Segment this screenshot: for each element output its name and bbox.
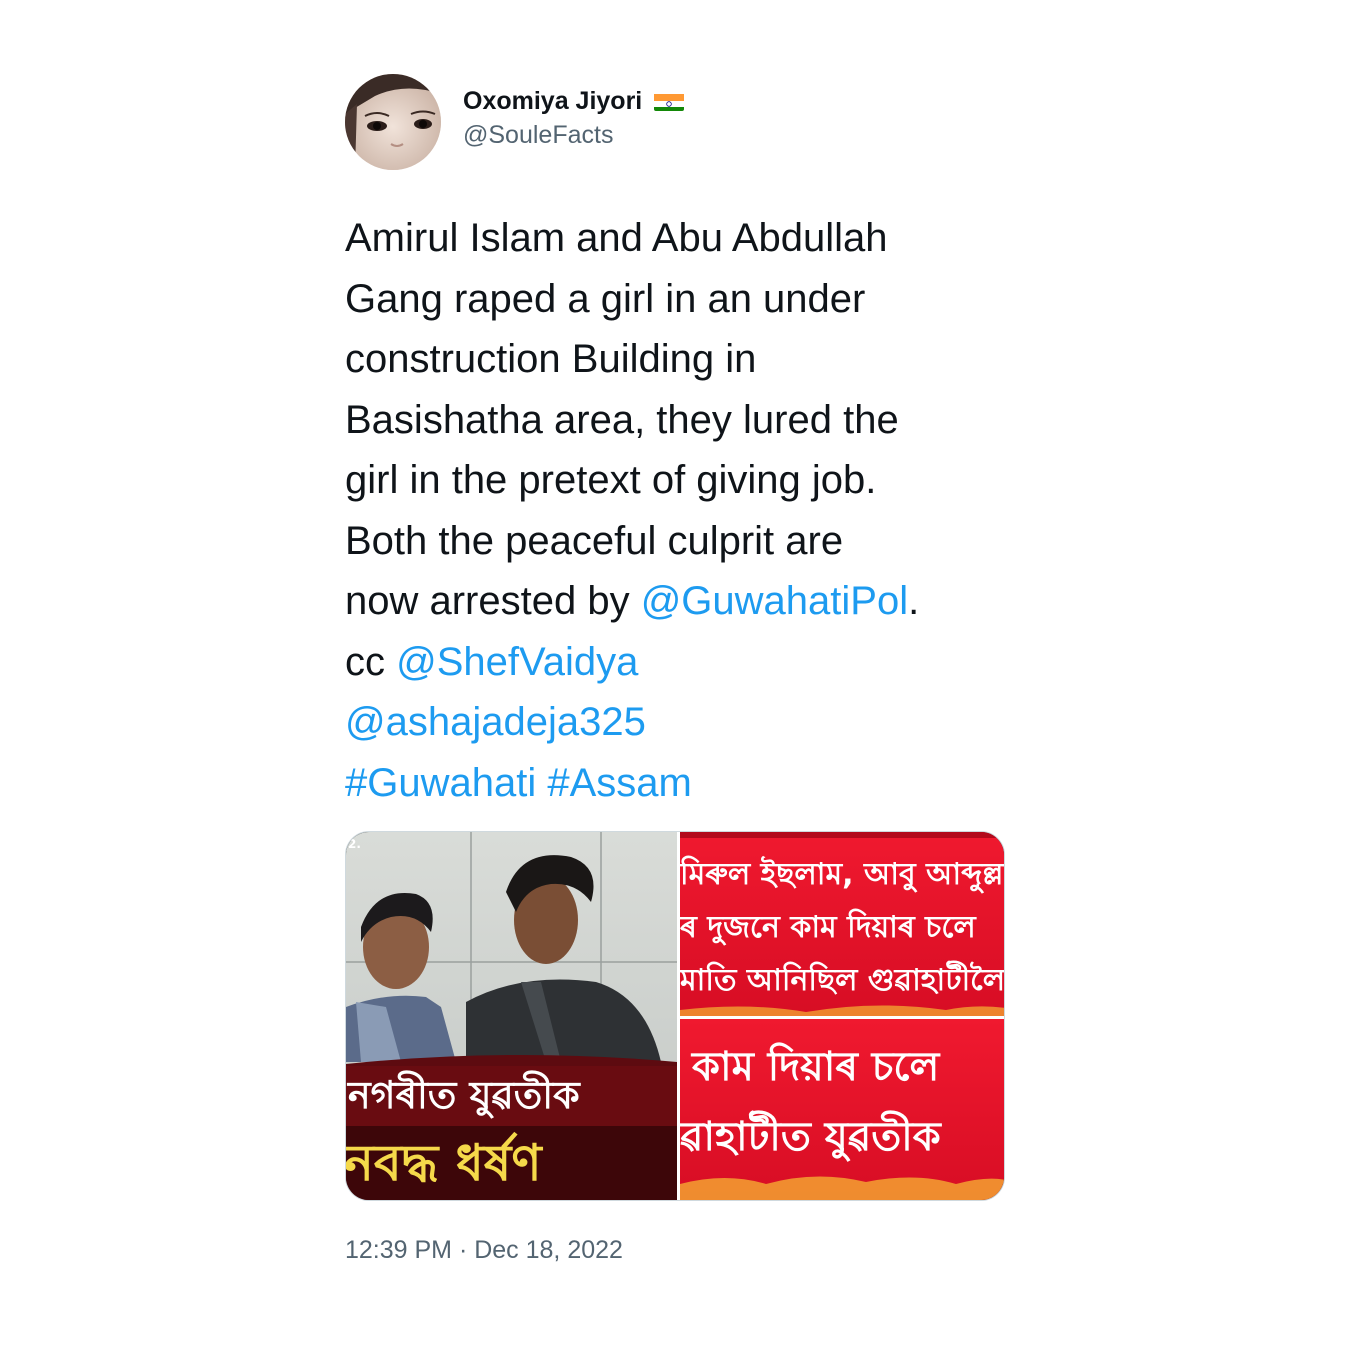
author-name-row[interactable]: Oxomiya Jiyori: [463, 86, 685, 116]
tweet: Oxomiya Jiyori @SouleFacts Amirul Islam …: [345, 74, 1005, 1264]
media-right-bottom-line1: কাম দিয়াৰ চলে: [690, 1042, 940, 1090]
tweet-header: Oxomiya Jiyori @SouleFacts: [345, 74, 1005, 170]
media-corner-mark: 2.: [348, 837, 361, 851]
tweet-text-line-hashtags: #Guwahati #Assam: [345, 753, 1015, 814]
media-left-caption-line2: নবদ্ধ ধৰ্ষণ: [346, 1131, 543, 1192]
media-left-photo: 2. নগৰীত যুৱতীক নবদ্ধ ধৰ্ষণ: [346, 832, 677, 1200]
mention-guwahatipol-link[interactable]: @GuwahatiPol: [641, 579, 908, 623]
author-names: Oxomiya Jiyori @SouleFacts: [463, 86, 685, 152]
media-right-top-line1: মিৰুল ইছলাম, আবু আব্দুল্লা: [679, 855, 1005, 894]
media-right-bottom-line2: ৱাহাটীত যুৱতীক: [678, 1110, 943, 1161]
text-prefix: now arrested by: [345, 579, 641, 623]
author-name[interactable]: Oxomiya Jiyori: [463, 86, 642, 116]
hashtag-guwahati-link[interactable]: #Guwahati: [345, 761, 536, 805]
author-handle[interactable]: @SouleFacts: [463, 118, 684, 152]
hashtag-assam-link[interactable]: #Assam: [547, 761, 692, 805]
tweet-text-line-mention: now arrested by @GuwahatiPol.: [345, 571, 1015, 632]
tweet-text-line: Both the peaceful culprit are: [345, 518, 844, 563]
tweet-text-line: Basishatha area, they lured the: [345, 397, 899, 442]
tweet-timestamp[interactable]: 12:39 PM · Dec 18, 2022: [345, 1234, 623, 1266]
media-right-top-line3: মাতি আনিছিল গুৱাহাটীলৈ: [679, 960, 1005, 998]
text-suffix: .: [908, 579, 920, 623]
tweet-text-line: Amirul Islam and Abu Abdullah: [345, 216, 888, 260]
mention-shefvaidya-link[interactable]: @ShefVaidya: [396, 640, 638, 684]
tweet-text-line: Gang raped a girl in an under: [345, 276, 866, 321]
india-flag-icon: [654, 91, 685, 111]
cc-prefix: cc: [345, 639, 397, 684]
media-right-bottom: কাম দিয়াৰ চলে ৱাহাটীত যুৱতীক: [678, 1019, 1004, 1200]
media-right-top: মিৰুল ইছলাম, আবু আব্দুল্লা ৰ দুজনে কাম দ…: [679, 832, 1005, 1016]
mention-ashajadeja-link[interactable]: @ashajadeja325: [345, 700, 646, 744]
tweet-text-line: girl in the pretext of giving job.: [345, 458, 877, 502]
tweet-text: Amirul Islam and Abu Abdullah Gang raped…: [345, 208, 1015, 813]
media-right-top-line2: ৰ দুজনে কাম দিয়াৰ চলে: [679, 908, 977, 946]
tweet-text-line-asha: @ashajadeja325: [345, 692, 1015, 753]
avatar[interactable]: [345, 74, 441, 170]
media-left-caption-line1: নগৰীত যুৱতীক: [346, 1070, 581, 1120]
tweet-text-line-cc: cc @ShefVaidya: [345, 632, 1015, 693]
tweet-media[interactable]: 2. নগৰীত যুৱতীক নবদ্ধ ধৰ্ষণ মিৰুল ইছলাম,…: [345, 831, 1005, 1201]
tweet-text-line: construction Building in: [345, 337, 757, 381]
